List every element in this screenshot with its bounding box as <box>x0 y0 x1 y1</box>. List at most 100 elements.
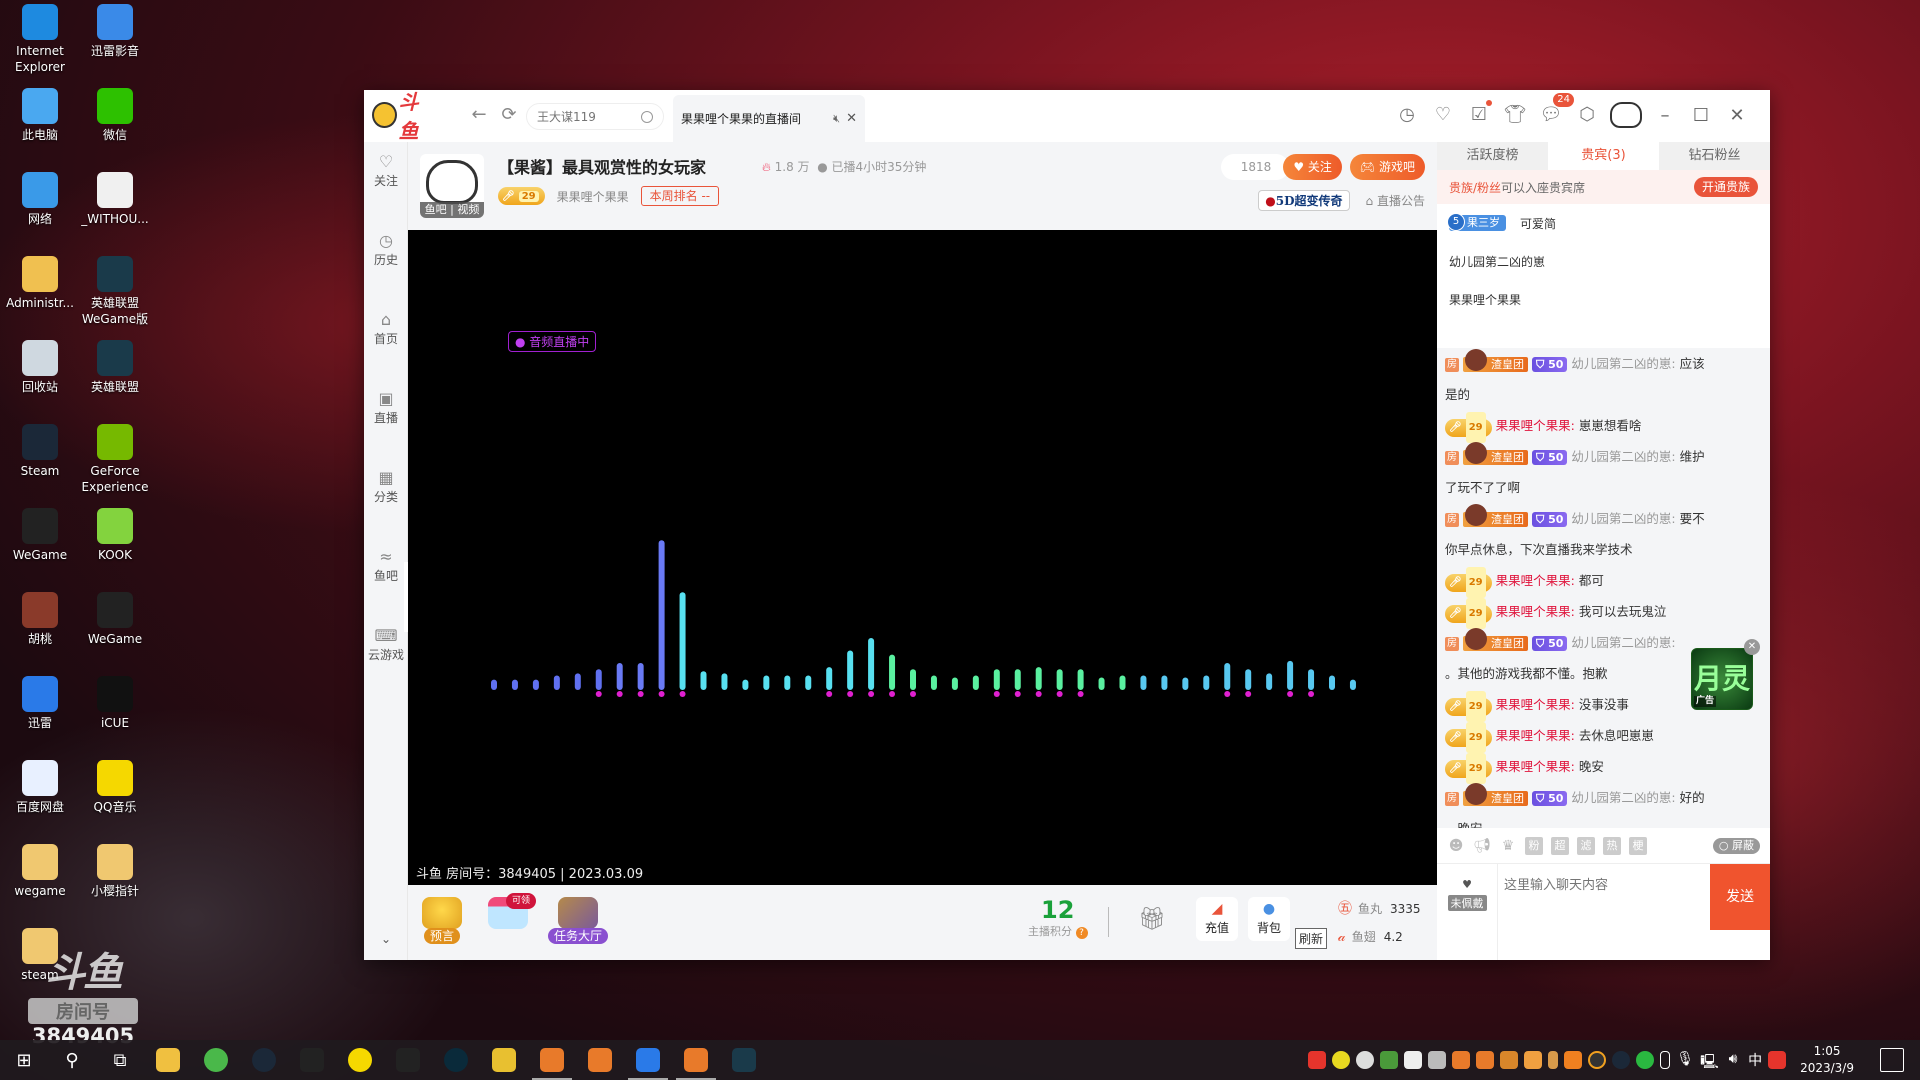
sponsor-badge[interactable]: ●5D超变传奇 <box>1258 190 1350 211</box>
search-input[interactable] <box>537 109 637 124</box>
fan-medal[interactable]: ♥ 未佩戴 <box>1437 864 1497 960</box>
taskbar-app-360-browser[interactable] <box>192 1040 240 1080</box>
sidebar-item-6[interactable]: ⌨ 云游戏 <box>364 626 408 663</box>
task-view-icon[interactable]: ⧉ <box>96 1040 144 1080</box>
close-tab-icon[interactable]: ✕ <box>846 111 857 126</box>
taskbar-app-wegame[interactable] <box>384 1040 432 1080</box>
taskbar-app-douyu[interactable] <box>576 1040 624 1080</box>
taskbar-app-icue[interactable] <box>432 1040 480 1080</box>
taskbar-app-xunlei[interactable] <box>624 1040 672 1080</box>
flame-tray-icon[interactable] <box>1564 1051 1583 1069</box>
shield-icon[interactable] <box>1404 1051 1423 1069</box>
sidebar-item-1[interactable]: ◷ 历史 <box>364 231 408 268</box>
desktop-icon[interactable]: 迅雷影音 <box>75 4 155 59</box>
clock[interactable]: 1:05 2023/3/9 <box>1800 1043 1854 1077</box>
prediction-button[interactable]: 预言 <box>422 897 462 944</box>
gift-icon[interactable]: 🎁︎ <box>1138 907 1166 932</box>
chat-username[interactable]: 果果哩个果果: <box>1496 418 1575 433</box>
backpack-button[interactable]: ● 背包 <box>1248 897 1290 941</box>
chat-input[interactable] <box>1497 864 1710 960</box>
taskbar-app-douyu[interactable] <box>528 1040 576 1080</box>
douyu-tray-icon[interactable] <box>1452 1051 1471 1069</box>
video-player[interactable]: ● 音频直播中 斗鱼 房间号：3849405 | 2023.03.09 <box>408 230 1437 885</box>
mute-icon[interactable]: 🔇︎ <box>833 112 840 126</box>
search-box[interactable] <box>526 103 664 130</box>
vip-list-item[interactable]: 幼儿园第二凶的崽 <box>1449 242 1758 280</box>
shirt-icon[interactable]: 👕︎ <box>1502 102 1528 128</box>
crown-icon[interactable]: ♛ <box>1499 837 1517 855</box>
open-noble-button[interactable]: 开通贵族 <box>1693 177 1758 197</box>
desktop-icon[interactable]: 微信 <box>75 88 155 143</box>
settings-hex-icon[interactable]: ⬡ <box>1574 102 1600 128</box>
sidebar-item-4[interactable]: ▦ 分类 <box>364 468 408 505</box>
chat-filter-0[interactable]: 粉 <box>1525 836 1543 855</box>
chat-username[interactable]: 幼儿园第二凶的崽: <box>1571 635 1675 650</box>
chat-filter-3[interactable]: 热 <box>1603 836 1621 855</box>
chat-username[interactable]: 果果哩个果果: <box>1496 728 1575 743</box>
chat-username[interactable]: 果果哩个果果: <box>1496 759 1575 774</box>
desktop-icon[interactable]: iCUE <box>75 676 155 731</box>
search-icon[interactable]: ⚲ <box>48 1040 96 1080</box>
taskbar-app-qq[interactable] <box>288 1040 336 1080</box>
usb-tray-icon[interactable] <box>1548 1051 1559 1069</box>
block-toggle[interactable]: ○ 屏蔽 <box>1712 837 1760 854</box>
gear-tray-icon[interactable] <box>1428 1051 1447 1069</box>
sogou-icon[interactable] <box>1308 1051 1327 1069</box>
desktop-icon[interactable]: Internet Explorer <box>0 4 80 75</box>
desktop-icon[interactable]: 小樱指针 <box>75 844 155 899</box>
sogou-ime-icon[interactable] <box>1768 1051 1787 1069</box>
maximize-icon[interactable]: ☐ <box>1688 105 1714 126</box>
help-icon[interactable]: ? <box>1075 927 1088 939</box>
megaphone-icon[interactable]: 📢︎ <box>1473 837 1491 855</box>
chat-username[interactable]: 果果哩个果果: <box>1496 697 1575 712</box>
taskbar-app-lol[interactable] <box>720 1040 768 1080</box>
qq-music-tray-icon[interactable] <box>1332 1051 1351 1069</box>
refresh-icon[interactable]: ⟳ <box>498 104 520 126</box>
announcement-button[interactable]: ⌂ 直播公告 <box>1366 192 1425 209</box>
chat-username[interactable]: 果果哩个果果: <box>1496 573 1575 588</box>
desktop-icon[interactable]: 百度网盘 <box>0 760 80 815</box>
desktop-icon[interactable]: _WITHOU... <box>75 172 155 227</box>
volume-icon[interactable]: 🔊︎ <box>1724 1051 1742 1069</box>
weekly-rank-button[interactable]: 本周排名 -- <box>640 186 720 206</box>
notification-icon[interactable] <box>1880 1048 1904 1072</box>
minimize-icon[interactable]: – <box>1652 105 1678 126</box>
wegame-tray-icon[interactable] <box>1588 1051 1607 1069</box>
follow-button[interactable]: ♥ 关注 <box>1283 154 1342 180</box>
desktop-icon[interactable]: Administr... <box>0 256 80 311</box>
desktop-icon[interactable]: 此电脑 <box>0 88 80 143</box>
ime-indicator[interactable]: 中 <box>1748 1050 1762 1070</box>
history-clock-icon[interactable]: ◷ <box>1394 102 1420 128</box>
steam-tray-icon[interactable] <box>1612 1051 1631 1069</box>
tab-live-room[interactable]: 果果哩个果果的直播间 🔇︎ ✕ <box>673 95 865 142</box>
desktop-icon[interactable]: 英雄联盟 <box>75 340 155 395</box>
taskbar-app-kook-cat[interactable] <box>480 1040 528 1080</box>
nvidia-icon[interactable] <box>1380 1051 1399 1069</box>
user-avatar[interactable] <box>1610 102 1642 128</box>
chat-messages[interactable]: 房渣皇团 ⛉ 50 幼儿园第二凶的崽: 应该 是的 🎤︎ 29 果果哩个果果: 崽崽想看啥房渣皇… <box>1437 348 1770 828</box>
send-button[interactable]: 发送 <box>1710 864 1770 930</box>
desktop-icon[interactable]: 回收站 <box>0 340 80 395</box>
vip-list-item[interactable]: 5 果三岁 可爱简 <box>1447 204 1758 242</box>
avatar-label[interactable]: 鱼吧 | 视频 <box>420 202 484 218</box>
desktop-icon[interactable]: 迅雷 <box>0 676 80 731</box>
taskbar-app-qq-music[interactable] <box>336 1040 384 1080</box>
back-arrow-icon[interactable]: ← <box>468 104 490 126</box>
chat-username[interactable]: 幼儿园第二凶的崽: <box>1571 449 1675 464</box>
start-button[interactable]: ⊞ <box>0 1040 48 1080</box>
calendar-check-icon[interactable]: ☑ <box>1466 100 1492 128</box>
ad-banner[interactable]: 月灵 ✕ 广告 <box>1691 639 1760 710</box>
desktop-icon[interactable]: 胡桃 <box>0 592 80 647</box>
chat-username[interactable]: 幼儿园第二凶的崽: <box>1571 511 1675 526</box>
sidebar-item-3[interactable]: ▣ 直播 <box>364 389 408 426</box>
chat-filter-4[interactable]: 梗 <box>1629 836 1647 855</box>
search-icon[interactable] <box>641 110 653 123</box>
message-icon[interactable]: 💬︎ 24 <box>1538 93 1574 128</box>
recharge-button[interactable]: ◢ 充值 <box>1196 897 1238 941</box>
streamer-avatar[interactable]: 鱼吧 | 视频 <box>420 154 484 218</box>
chat-username[interactable]: 幼儿园第二凶的崽: <box>1571 356 1675 371</box>
sidebar-more-button[interactable]: ⌄ <box>364 932 408 946</box>
favorite-heart-icon[interactable]: ♡ <box>1430 102 1456 128</box>
green-tray-icon[interactable] <box>1636 1051 1655 1069</box>
douyu-tray-icon[interactable] <box>1476 1051 1495 1069</box>
